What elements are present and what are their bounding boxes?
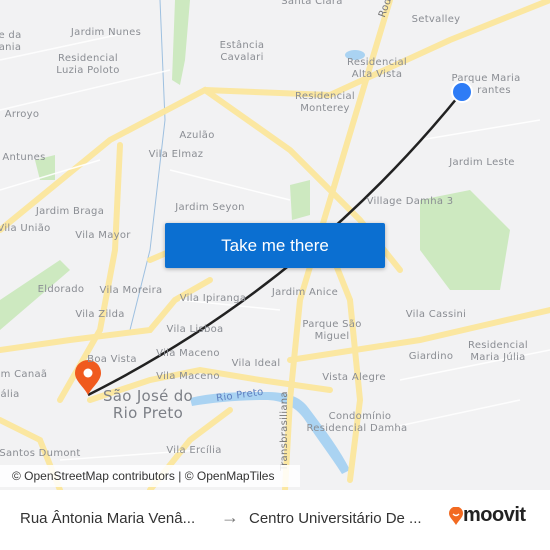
- moovit-pin-icon: [449, 506, 463, 525]
- map-label: Estância: [219, 40, 265, 51]
- map-label: Antunes: [2, 152, 46, 163]
- destination-name: Centro Universitário De ...: [249, 510, 422, 527]
- map-label: Cavalari: [220, 52, 264, 63]
- map-label: Jardim Anice: [271, 287, 339, 298]
- moovit-wordmark: moovit: [463, 504, 526, 526]
- city-label: São José do: [102, 387, 194, 405]
- map-label: e da: [0, 30, 22, 41]
- map-label: Monterey: [300, 103, 350, 114]
- map-label: Miguel: [314, 331, 350, 342]
- map-attribution[interactable]: © OpenStreetMap contributors | © OpenMap…: [0, 465, 300, 487]
- origin-name: Rua Ântonia Maria Venâ...: [20, 510, 196, 527]
- map-label: Jardim Seyon: [175, 202, 245, 213]
- map-label: Setvalley: [411, 14, 461, 25]
- map-label: Parque Maria: [451, 73, 521, 84]
- map-label: Azulão: [179, 130, 215, 141]
- map-label: Vila Maceno: [156, 371, 220, 382]
- map-label: Residencial: [295, 91, 355, 102]
- map-label: Arroyo: [4, 109, 40, 120]
- map-label: Vila Elmaz: [148, 149, 204, 160]
- map-label: rantes: [477, 85, 511, 96]
- map-label: Residencial Damha: [306, 423, 408, 434]
- map-label: ania: [0, 42, 22, 53]
- map-label: ália: [0, 389, 20, 400]
- road-label: Transbrasiliana: [279, 391, 290, 471]
- map-label: Alta Vista: [351, 69, 403, 80]
- footer: Rua Ântonia Maria Venâ... → Centro Unive…: [0, 490, 550, 550]
- map-label: Vila Ideal: [231, 358, 281, 369]
- map-label: Condomínio: [328, 411, 392, 422]
- map-label: Vila Ipiranga: [179, 293, 247, 304]
- map-label: m Canaã: [0, 369, 48, 380]
- map-label: Vila Lisboa: [166, 324, 224, 335]
- map-label: Residencial: [347, 57, 407, 68]
- map-label: Jardim Leste: [449, 157, 515, 168]
- map-label: Vila Mayor: [75, 230, 131, 241]
- map-label: Giardino: [408, 351, 454, 362]
- map-label: Vila Zilda: [75, 309, 125, 320]
- map-label: Jardim Braga: [35, 206, 105, 217]
- map-label: Vila Maceno: [156, 348, 220, 359]
- map-label: Santos Dumont: [0, 448, 81, 459]
- map-label: Vista Alegre: [322, 372, 386, 383]
- map-label: Eldorado: [37, 284, 85, 295]
- map[interactable]: Santa Clara Setvalley e da ania Jardim N…: [0, 0, 550, 490]
- map-label: Residencial: [468, 340, 528, 351]
- map-label: Vila União: [0, 223, 51, 234]
- map-label: Vila Ercília: [166, 445, 222, 456]
- map-label: Boa Vista: [87, 354, 137, 365]
- map-label: Vila Cassini: [405, 309, 467, 320]
- map-label: Village Damha 3: [366, 196, 454, 207]
- map-label: Maria Júlia: [470, 352, 526, 363]
- arrow-right-icon: →: [221, 507, 239, 527]
- map-label: Parque São: [302, 319, 362, 330]
- take-me-there-button[interactable]: Take me there: [165, 223, 385, 268]
- map-label: Vila Moreira: [99, 285, 163, 296]
- city-label: Rio Preto: [112, 404, 184, 422]
- map-label: Luzia Poloto: [56, 65, 120, 76]
- moovit-logo: moovit: [449, 504, 526, 527]
- origin-dot-icon: [451, 81, 473, 103]
- map-label: Jardim Nunes: [70, 27, 142, 38]
- map-label: Residencial: [58, 53, 118, 64]
- map-label: Santa Clara: [281, 0, 343, 7]
